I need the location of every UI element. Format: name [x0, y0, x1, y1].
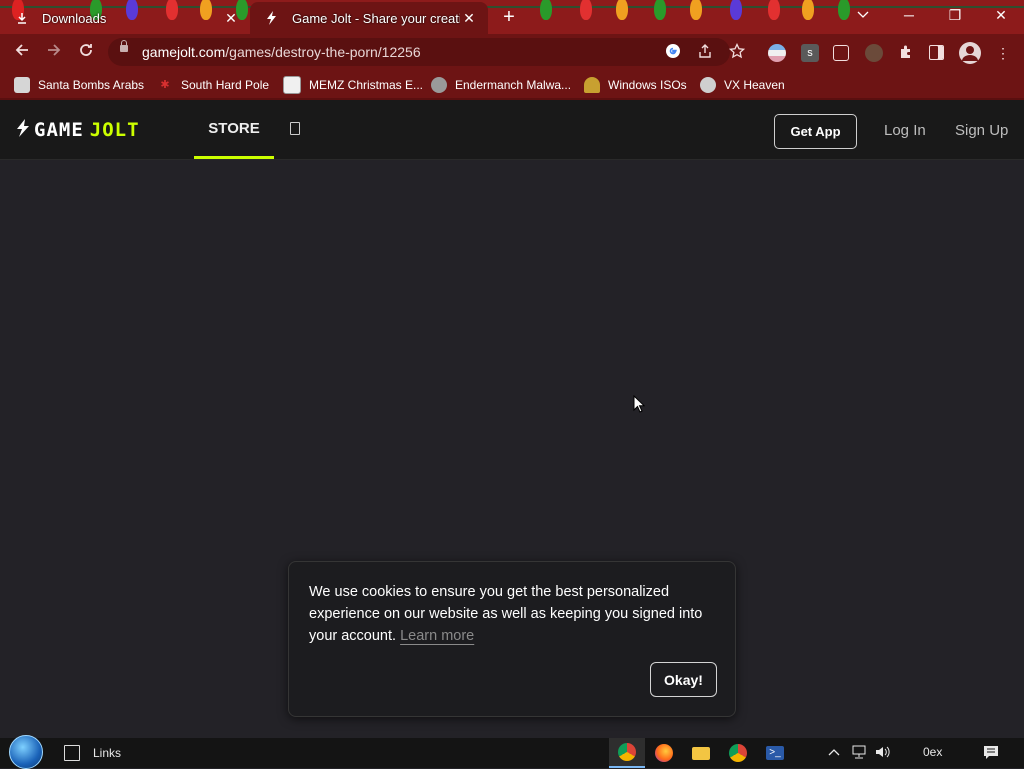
bookmark-santa-bombs-arabs[interactable]: Santa Bombs Arabs [14, 76, 144, 94]
bookmark-star-icon[interactable] [728, 42, 746, 61]
bookmark-vx-heaven[interactable]: VX Heaven [700, 76, 785, 94]
bookmark-label: Endermanch Malwa... [455, 78, 572, 92]
decorative-light [580, 0, 592, 20]
windows-isos-icon [584, 77, 600, 93]
vx-heaven-icon [700, 77, 716, 93]
new-tab-button[interactable]: + [498, 7, 520, 27]
mouse-cursor-icon [633, 395, 645, 413]
close-window-button[interactable]: ✕ [978, 0, 1024, 30]
decorative-light [768, 0, 780, 20]
start-button[interactable] [9, 735, 43, 769]
extension-flag-icon[interactable] [768, 44, 786, 62]
bookmarks-bar: Santa Bombs Arabs ✱ South Hard Pole MEMZ… [0, 70, 1024, 100]
bookmark-label: MEMZ Christmas E... [309, 78, 424, 92]
enderman-icon [431, 77, 447, 93]
get-app-button[interactable]: Get App [774, 114, 857, 149]
extension-avatar-icon[interactable] [865, 44, 883, 62]
discover-icon[interactable] [290, 122, 300, 135]
profile-icon[interactable] [959, 42, 981, 64]
puzzle-icon[interactable] [897, 44, 915, 62]
restore-button[interactable]: ❐ [932, 0, 978, 30]
task-view-icon[interactable] [64, 745, 80, 761]
menu-icon[interactable]: ⋮ [994, 44, 1012, 62]
gamejolt-logo[interactable]: GAME JOLT [16, 118, 140, 142]
decorative-light [616, 0, 628, 20]
bookmark-page-icon [283, 76, 301, 94]
decorative-light [730, 0, 742, 20]
decorative-light [802, 0, 814, 20]
bookmark-label: Santa Bombs Arabs [38, 78, 145, 92]
bookmark-page-icon [14, 77, 30, 93]
nav-store[interactable]: STORE [194, 100, 274, 159]
volume-icon[interactable] [874, 745, 890, 762]
chrome-icon[interactable] [609, 738, 645, 768]
bolt-icon [16, 118, 30, 142]
google-icon[interactable] [664, 43, 682, 61]
extension-s-icon[interactable]: s [801, 44, 819, 62]
close-tab-icon[interactable]: ✕ [460, 10, 478, 27]
reload-button[interactable] [74, 40, 98, 64]
bookmark-memz-christmas[interactable]: MEMZ Christmas E... [283, 76, 423, 94]
url-domain: gamejolt.com [142, 44, 226, 60]
back-button[interactable] [10, 40, 34, 64]
tab-title: Game Jolt - Share your creations [292, 10, 460, 26]
taskbar: Links >_ 0ex [0, 735, 1024, 769]
tab-search-button[interactable] [840, 0, 886, 30]
tab-downloads[interactable]: Downloads ✕ [0, 2, 250, 34]
browser-toolbar: gamejolt.com/games/destroy-the-porn/1225… [0, 34, 1024, 70]
clock-text[interactable]: 0ex [923, 745, 942, 759]
logo-text-game: GAME [34, 119, 84, 141]
snowflake-icon: ✱ [160, 79, 170, 91]
tray-chevron-icon[interactable] [828, 745, 840, 759]
firefox-icon[interactable] [646, 738, 682, 768]
learn-more-link[interactable]: Learn more [400, 628, 474, 644]
lock-icon [120, 40, 128, 52]
bookmark-windows-isos[interactable]: Windows ISOs [584, 76, 687, 94]
share-icon[interactable] [696, 43, 714, 61]
log-in-link[interactable]: Log In [884, 122, 926, 139]
cookie-message-text: We use cookies to ensure you get the bes… [309, 584, 703, 644]
tab-title: Downloads [42, 10, 107, 26]
download-icon [14, 10, 30, 26]
bookmark-label: Windows ISOs [608, 78, 687, 92]
sign-up-link[interactable]: Sign Up [955, 122, 1008, 139]
bookmark-label: South Hard Pole [181, 78, 270, 92]
minimize-button[interactable]: ─ [886, 0, 932, 30]
forward-button[interactable] [42, 40, 66, 64]
cookie-notice: We use cookies to ensure you get the bes… [288, 561, 736, 717]
logo-text-jolt: JOLT [89, 119, 140, 141]
browser-tab-strip: Downloads ✕ Game Jolt - Share your creat… [0, 0, 1024, 34]
url-path: /games/destroy-the-porn/12256 [225, 44, 421, 60]
side-panel-icon[interactable] [929, 45, 944, 60]
network-icon[interactable] [851, 745, 867, 762]
decorative-light [654, 0, 666, 20]
close-tab-icon[interactable]: ✕ [222, 10, 240, 27]
address-bar[interactable]: gamejolt.com/games/destroy-the-porn/1225… [108, 38, 746, 66]
gamejolt-icon [264, 10, 280, 26]
decorative-light [540, 0, 552, 20]
cookie-message: We use cookies to ensure you get the bes… [309, 581, 709, 647]
bookmark-label: VX Heaven [724, 78, 785, 92]
url-text: gamejolt.com/games/destroy-the-porn/1225… [142, 44, 421, 60]
decorative-light [690, 0, 702, 20]
site-header: GAME JOLT STORE Get App Log In Sign Up [0, 100, 1024, 160]
bookmark-south-hard-pole[interactable]: ✱ South Hard Pole [157, 76, 269, 94]
chrome-alt-icon[interactable] [720, 738, 756, 768]
file-explorer-icon[interactable] [683, 738, 719, 768]
okay-button[interactable]: Okay! [650, 662, 717, 697]
links-toolbar[interactable]: Links [93, 746, 121, 760]
tab-gamejolt[interactable]: Game Jolt - Share your creations ✕ [250, 2, 488, 34]
bookmark-endermanch-malware[interactable]: Endermanch Malwa... [431, 76, 571, 94]
powershell-icon[interactable]: >_ [757, 738, 793, 768]
action-center-icon[interactable] [983, 745, 999, 763]
extension-frame-icon[interactable] [833, 45, 849, 61]
